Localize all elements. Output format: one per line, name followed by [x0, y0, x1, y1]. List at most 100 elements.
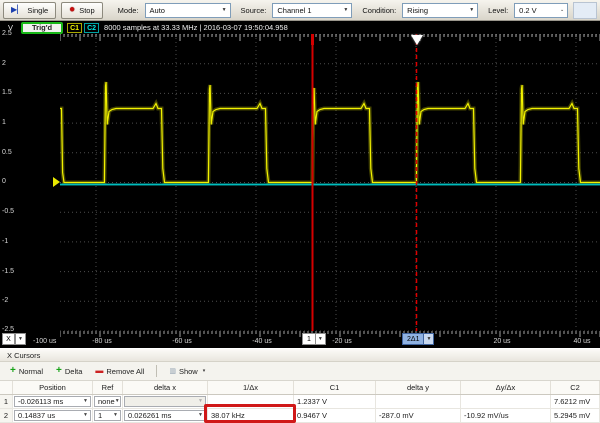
header-position: Position [13, 381, 93, 394]
x-tick-label: -60 us [172, 338, 191, 345]
cursor1-position-value: -0.026113 ms [18, 395, 63, 408]
y-tick-label: 0 [2, 178, 22, 185]
delta-button-label: Delta [65, 367, 83, 376]
mode-select[interactable]: Auto ▼ [145, 3, 231, 18]
app-window: ▶▏ Single ● Stop Mode: Auto ▼ Source: Ch… [0, 0, 600, 423]
x-tick-label: -100 us [33, 338, 56, 345]
level-input[interactable]: 0.2 V ⌄ [514, 3, 568, 18]
chevron-down-icon: ▾ [203, 368, 206, 374]
y-tick-label: 2 [2, 60, 22, 67]
cursor2-dy-dx: -10.92 mV/us [461, 409, 551, 423]
single-button[interactable]: ▶▏ Single [3, 2, 56, 19]
y-tick-label: -0.5 [2, 208, 22, 215]
cursor1-c1-value: 1.2337 V [294, 395, 376, 409]
ref-cell: 1 ▼ [93, 409, 123, 423]
y-tick-label: -2 [2, 297, 22, 304]
cursor1-ruler-handle[interactable] [311, 34, 314, 45]
minus-icon: ▬ [95, 367, 103, 375]
red-highlight-annotation [204, 404, 296, 423]
single-trigger-icon: ▶▏ [11, 6, 23, 14]
mode-label: Mode: [118, 6, 139, 15]
stop-button-label: Stop [79, 6, 94, 15]
position-cell: 0.14837 us ▼ [13, 409, 93, 423]
y-tick-label: -1.5 [2, 268, 22, 275]
chevron-down-icon: ▼ [115, 395, 120, 408]
delta-x-cell: 0.026261 ms ▼ [123, 409, 208, 423]
cursor1-c2-value: 7.6212 mV [551, 395, 600, 409]
cursors-toolbar: + Normal + Delta ▬ Remove All ▥ Show ▾ [0, 362, 600, 381]
header-ref: Ref [93, 381, 123, 394]
chevron-down-icon[interactable]: ▼ [316, 333, 326, 345]
x-axis-unit-button[interactable]: X [2, 333, 15, 345]
cursor2-c1-value: 0.9467 V [294, 409, 376, 423]
x-cursors-panel: X Cursors + Normal + Delta ▬ Remove All … [0, 348, 600, 423]
show-button-label: Show [179, 367, 198, 376]
trigger-marker-icon[interactable] [411, 35, 423, 45]
header-c2: C2 [551, 381, 600, 394]
cursor2-tag-selected[interactable]: 2Δ1 ▼ [402, 333, 434, 345]
cursor2-position-value: 0.14837 us [18, 409, 55, 422]
toolbar-empty-panel [573, 2, 597, 19]
condition-value: Rising [407, 6, 428, 15]
ref-cell: none ▼ [93, 395, 123, 409]
cursor2-tag-label: 2Δ1 [402, 333, 424, 345]
cursor1-delta-x-select-disabled: ▼ [124, 396, 206, 407]
cursor1-ref-select[interactable]: none ▼ [94, 396, 121, 407]
plus-icon: + [10, 367, 16, 375]
x-axis-ticks [60, 331, 600, 338]
chevron-down-icon: ▼ [83, 395, 88, 408]
level-label: Level: [488, 6, 508, 15]
toolbar-separator [156, 365, 157, 377]
source-select[interactable]: Channel 1 ▼ [272, 3, 352, 18]
y-tick-label: 1.5 [2, 89, 22, 96]
add-delta-cursor-button[interactable]: + Delta [51, 365, 87, 378]
delta-x-cell: ▼ [123, 395, 208, 409]
cursor2-ref-select[interactable]: 1 ▼ [94, 410, 121, 421]
trigger-status-badge: Trig'd [21, 22, 63, 34]
source-label: Source: [241, 6, 267, 15]
chevron-down-icon: ▼ [343, 7, 348, 13]
cursor2-delta-y: -287.0 mV [376, 409, 461, 423]
position-cell: -0.026113 ms ▼ [13, 395, 93, 409]
cursor2-delta-x-select[interactable]: 0.026261 ms ▼ [124, 410, 206, 421]
y-tick-label: -1 [2, 238, 22, 245]
cursor-table-row-2: 2 0.14837 us ▼ 1 ▼ 0.026261 ms ▼ 38.07 [0, 409, 600, 423]
y-tick-label: 0.5 [2, 149, 22, 156]
add-normal-cursor-button[interactable]: + Normal [5, 365, 48, 378]
header-delta-y: delta y [376, 381, 461, 394]
remove-all-label: Remove All [106, 367, 144, 376]
condition-select[interactable]: Rising ▼ [402, 3, 478, 18]
scope-plot-area[interactable] [60, 34, 600, 331]
trigger-toolbar: ▶▏ Single ● Stop Mode: Auto ▼ Source: Ch… [0, 0, 600, 21]
row-number: 2 [0, 409, 13, 423]
condition-label: Condition: [362, 6, 396, 15]
channel1-ground-marker[interactable] [53, 177, 60, 187]
chevron-down-icon: ▼ [222, 7, 227, 13]
header-c1: C1 [294, 381, 376, 394]
y-tick-label: 2.5 [2, 30, 22, 37]
show-menu-button[interactable]: ▥ Show ▾ [164, 365, 210, 378]
x-axis-ruler: X ▼ -100 us -80 us -60 us -40 us -20 us … [0, 331, 600, 348]
capture-info-text: 8000 samples at 33.33 MHz | 2016-03-07 1… [104, 23, 288, 32]
level-value: 0.2 V [519, 6, 537, 15]
chevron-down-icon: ▼ [83, 409, 88, 422]
stop-button[interactable]: ● Stop [61, 2, 102, 19]
chevron-down-icon[interactable]: ▼ [424, 333, 434, 345]
y-tick-label: 1 [2, 119, 22, 126]
channel2-badge[interactable]: C2 [84, 23, 99, 33]
chevron-down-icon: ▼ [469, 7, 474, 13]
mode-value: Auto [150, 6, 165, 15]
x-tick-label: -40 us [252, 338, 271, 345]
cursor1-ref-value: none [98, 395, 115, 408]
cursor2-position-select[interactable]: 0.14837 us ▼ [14, 410, 91, 421]
source-value: Channel 1 [277, 6, 311, 15]
row-number: 1 [0, 395, 13, 409]
remove-all-button[interactable]: ▬ Remove All [90, 365, 149, 378]
chevron-down-icon[interactable]: ▼ [15, 333, 26, 345]
cursor1-tag[interactable]: 1 ▼ [302, 333, 326, 345]
x-axis-unit-control[interactable]: X ▼ [2, 333, 26, 345]
chevron-down-icon: ▼ [198, 395, 203, 408]
cursor1-position-select[interactable]: -0.026113 ms ▼ [14, 396, 91, 407]
channel1-badge[interactable]: C1 [67, 23, 82, 33]
cursor1-tag-label: 1 [302, 333, 316, 345]
